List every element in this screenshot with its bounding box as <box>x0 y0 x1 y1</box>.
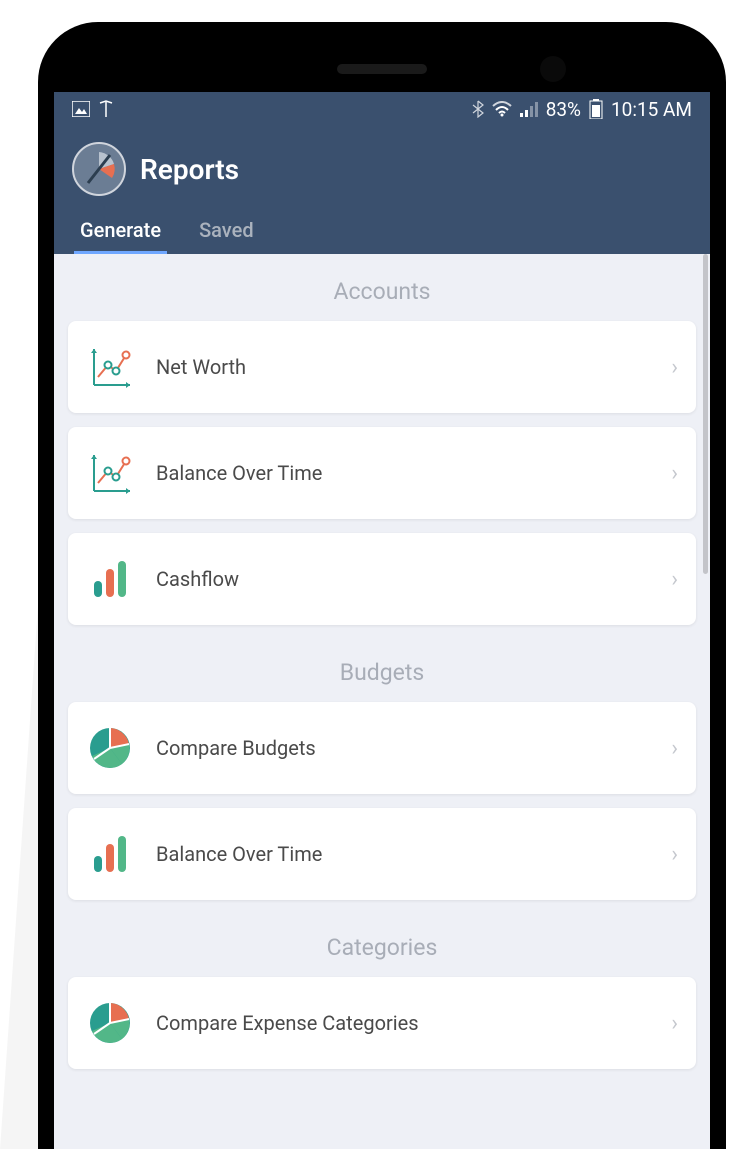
line-chart-icon <box>86 449 134 497</box>
pie-chart-icon <box>86 724 134 772</box>
image-icon <box>72 101 90 117</box>
report-budget-balance-over-time[interactable]: Balance Over Time › <box>68 808 696 900</box>
scroll-indicator[interactable] <box>703 254 708 574</box>
phone-frame: 83% 10:15 AM Reports Generate Saved <box>38 22 726 1149</box>
app-header: Reports Generate Saved <box>54 126 710 254</box>
phone-sensor <box>540 56 566 82</box>
battery-icon <box>589 99 603 119</box>
signal-icon <box>520 101 538 117</box>
report-net-worth[interactable]: Net Worth › <box>68 321 696 413</box>
antenna-icon <box>98 100 114 118</box>
report-cashflow[interactable]: Cashflow › <box>68 533 696 625</box>
chevron-right-icon: › <box>671 842 678 867</box>
report-label: Net Worth <box>156 355 649 379</box>
clock-time: 10:15 AM <box>611 98 692 121</box>
chevron-right-icon: › <box>671 736 678 761</box>
chevron-right-icon: › <box>671 567 678 592</box>
bar-chart-icon <box>86 555 134 603</box>
report-list: Accounts Net Worth › <box>54 254 710 1149</box>
report-label: Compare Budgets <box>156 736 649 760</box>
bluetooth-icon <box>472 100 484 118</box>
chevron-right-icon: › <box>671 1011 678 1036</box>
report-compare-budgets[interactable]: Compare Budgets › <box>68 702 696 794</box>
tab-generate[interactable]: Generate <box>78 212 163 254</box>
report-label: Balance Over Time <box>156 461 649 485</box>
bar-chart-icon <box>86 830 134 878</box>
section-header-budgets: Budgets <box>68 639 696 702</box>
wifi-icon <box>492 101 512 117</box>
report-label: Compare Expense Categories <box>156 1011 649 1035</box>
pie-chart-icon <box>86 999 134 1047</box>
section-header-categories: Categories <box>68 914 696 977</box>
status-bar: 83% 10:15 AM <box>54 92 710 126</box>
page-title: Reports <box>140 153 239 186</box>
report-label: Cashflow <box>156 567 649 591</box>
tab-saved[interactable]: Saved <box>197 212 256 254</box>
chevron-right-icon: › <box>671 461 678 486</box>
report-compare-expense-categories[interactable]: Compare Expense Categories › <box>68 977 696 1069</box>
battery-percent: 83% <box>546 98 581 121</box>
report-balance-over-time[interactable]: Balance Over Time › <box>68 427 696 519</box>
phone-speaker <box>337 64 427 74</box>
app-logo-icon <box>72 142 126 196</box>
chevron-right-icon: › <box>671 355 678 380</box>
report-label: Balance Over Time <box>156 842 649 866</box>
section-header-accounts: Accounts <box>68 254 696 321</box>
line-chart-icon <box>86 343 134 391</box>
app-screen: 83% 10:15 AM Reports Generate Saved <box>54 92 710 1149</box>
